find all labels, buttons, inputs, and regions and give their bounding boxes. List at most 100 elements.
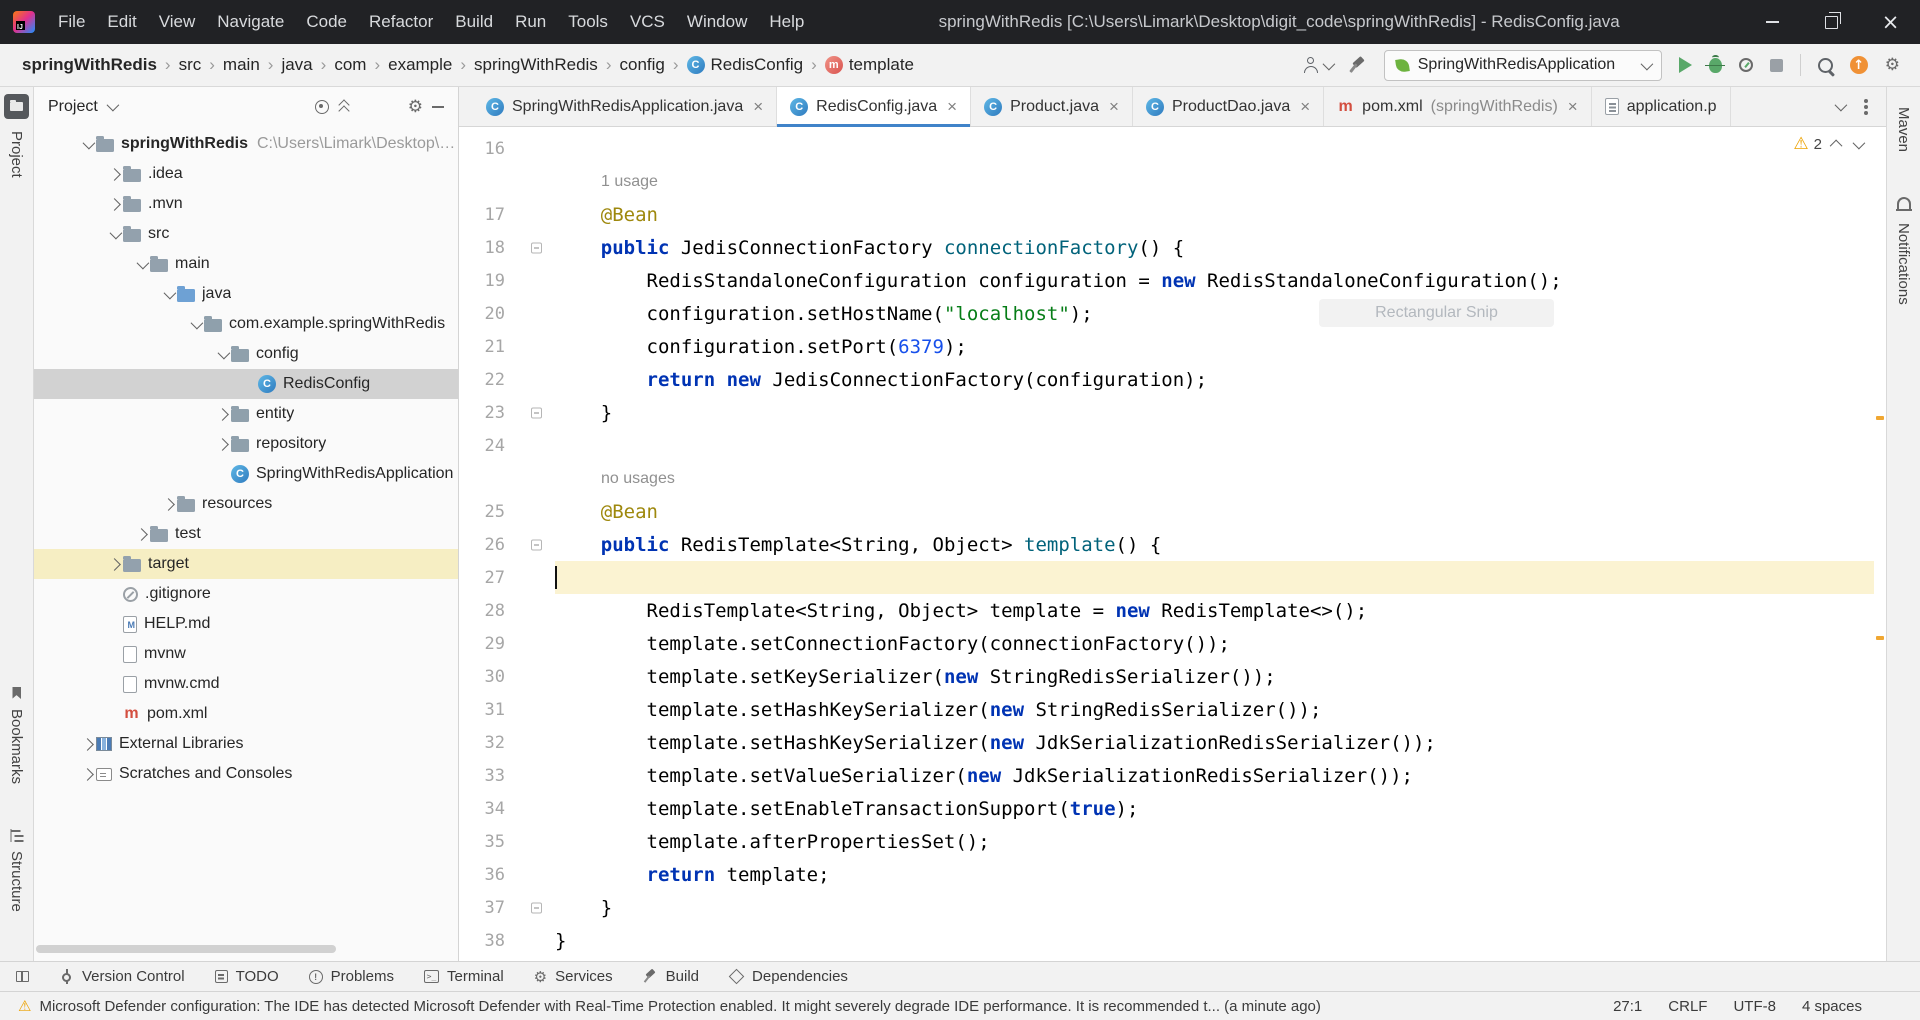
close-tab-icon[interactable]: × <box>1109 98 1119 115</box>
code-line-34[interactable]: 34 template.setEnableTransactionSupport(… <box>459 792 1886 825</box>
code-line-18[interactable]: 18 public JedisConnectionFactory connect… <box>459 231 1886 264</box>
code-line-33[interactable]: 33 template.setValueSerializer(new JdkSe… <box>459 759 1886 792</box>
toolwindow-button-dependencies[interactable]: Dependencies <box>729 968 848 986</box>
fold-marker-icon[interactable] <box>531 407 542 418</box>
toolwindow-button-problems[interactable]: !Problems <box>309 968 394 986</box>
code-line-38[interactable]: 38} <box>459 924 1886 957</box>
chevron-down-icon[interactable] <box>132 260 150 269</box>
chevron-right-icon[interactable] <box>213 410 231 419</box>
chevron-down-icon[interactable] <box>186 320 204 329</box>
menu-run[interactable]: Run <box>504 0 557 44</box>
tree-item-external-libraries[interactable]: External Libraries <box>34 729 458 759</box>
toolwindow-switcher-icon[interactable] <box>16 971 29 982</box>
breadcrumb-item-example[interactable]: example <box>388 55 452 75</box>
tab-springwithredisapplication-java[interactable]: CSpringWithRedisApplication.java× <box>473 87 777 126</box>
minimize-button[interactable] <box>1743 0 1802 44</box>
breadcrumb-item-java[interactable]: java <box>281 55 312 75</box>
tree-item-target[interactable]: target <box>34 549 458 579</box>
code-line-32[interactable]: 32 template.setHashKeySerializer(new Jdk… <box>459 726 1886 759</box>
tool-strip-notifications[interactable]: Notifications <box>1895 223 1912 305</box>
close-tab-icon[interactable]: × <box>947 98 957 115</box>
search-button[interactable] <box>1818 58 1833 73</box>
code-line-30[interactable]: 30 template.setKeySerializer(new StringR… <box>459 660 1886 693</box>
chevron-right-icon[interactable] <box>105 200 123 209</box>
fold-marker-icon[interactable] <box>531 539 542 550</box>
breadcrumb-item-com[interactable]: com <box>334 55 366 75</box>
chevron-down-icon[interactable] <box>213 350 231 359</box>
status-indicator-utf-8[interactable]: UTF-8 <box>1733 998 1776 1015</box>
toolwindow-button-build[interactable]: Build <box>643 968 699 986</box>
tree-item-springwithredis[interactable]: springWithRedisC:\Users\Limark\Desktop\d… <box>34 129 458 159</box>
breadcrumb-item-src[interactable]: src <box>179 55 202 75</box>
tree-item-mvnw[interactable]: mvnw <box>34 639 458 669</box>
breadcrumb-item-main[interactable]: main <box>223 55 260 75</box>
code-line-27[interactable]: 27 <box>459 561 1886 594</box>
tab-pom-xml[interactable]: mpom.xml (springWithRedis)× <box>1324 87 1592 126</box>
tree-item--idea[interactable]: .idea <box>34 159 458 189</box>
usage-hint[interactable]: 1 usage <box>555 165 1886 198</box>
chevron-right-icon[interactable] <box>132 530 150 539</box>
code-line-25[interactable]: 25 @Bean <box>459 495 1886 528</box>
code-line-26[interactable]: 26 public RedisTemplate<String, Object> … <box>459 528 1886 561</box>
tool-strip-bookmarks[interactable]: Bookmarks <box>8 709 25 784</box>
tree-item--mvn[interactable]: .mvn <box>34 189 458 219</box>
tree-item-repository[interactable]: repository <box>34 429 458 459</box>
code-line-20[interactable]: 20 configuration.setHostName("localhost"… <box>459 297 1886 330</box>
project-toolwindow-button[interactable] <box>4 94 29 119</box>
menu-code[interactable]: Code <box>295 0 358 44</box>
tree-item-config[interactable]: config <box>34 339 458 369</box>
code-line-37[interactable]: 37 } <box>459 891 1886 924</box>
fold-marker-icon[interactable] <box>531 902 542 913</box>
more-options-icon[interactable] <box>1864 105 1868 109</box>
tree-item-test[interactable]: test <box>34 519 458 549</box>
breadcrumb-item-config[interactable]: config <box>619 55 664 75</box>
code-line-19[interactable]: 19 RedisStandaloneConfiguration configur… <box>459 264 1886 297</box>
tree-item-src[interactable]: src <box>34 219 458 249</box>
chevron-right-icon[interactable] <box>213 440 231 449</box>
close-tab-icon[interactable]: × <box>753 98 763 115</box>
select-opened-file-icon[interactable] <box>315 100 329 114</box>
status-message[interactable]: Microsoft Defender configuration: The ID… <box>39 998 1589 1015</box>
restore-button[interactable] <box>1802 0 1861 44</box>
user-button[interactable] <box>1303 57 1332 73</box>
chevron-down-icon[interactable] <box>78 140 96 149</box>
menu-help[interactable]: Help <box>758 0 815 44</box>
menu-navigate[interactable]: Navigate <box>206 0 295 44</box>
close-tab-icon[interactable]: × <box>1568 98 1578 115</box>
menu-tools[interactable]: Tools <box>557 0 619 44</box>
menu-window[interactable]: Window <box>676 0 758 44</box>
run-configuration-combo[interactable]: SpringWithRedisApplication <box>1384 50 1662 81</box>
tab-productdao-java[interactable]: CProductDao.java× <box>1133 87 1324 126</box>
code-line-16[interactable]: 16 <box>459 132 1886 165</box>
chevron-down-icon[interactable] <box>106 99 119 112</box>
tree-item-help-md[interactable]: HELP.md <box>34 609 458 639</box>
code-line-31[interactable]: 31 template.setHashKeySerializer(new Str… <box>459 693 1886 726</box>
gear-icon[interactable]: ⚙ <box>408 97 423 117</box>
tree-item-entity[interactable]: entity <box>34 399 458 429</box>
code-editor[interactable]: ⚠2 161 usage17 @Bean18 public JedisConne… <box>459 127 1886 961</box>
code-line-22[interactable]: 22 return new JedisConnectionFactory(con… <box>459 363 1886 396</box>
menu-file[interactable]: File <box>47 0 96 44</box>
code-line-36[interactable]: 36 return template; <box>459 858 1886 891</box>
toolwindow-button-version-control[interactable]: Version Control <box>59 968 185 986</box>
chevron-right-icon[interactable] <box>105 560 123 569</box>
hide-panel-icon[interactable] <box>432 106 444 108</box>
debug-button[interactable] <box>1709 58 1722 73</box>
chevron-right-icon[interactable] <box>105 170 123 179</box>
close-button[interactable]: × <box>1861 0 1920 44</box>
toolwindow-button-terminal[interactable]: >_Terminal <box>424 968 504 986</box>
code-line-23[interactable]: 23 } <box>459 396 1886 429</box>
code-line-24[interactable]: 24 <box>459 429 1886 462</box>
tree-item-resources[interactable]: resources <box>34 489 458 519</box>
run-button[interactable] <box>1679 57 1692 73</box>
code-line-29[interactable]: 29 template.setConnectionFactory(connect… <box>459 627 1886 660</box>
previous-problem-icon[interactable] <box>1830 140 1843 153</box>
tree-item-springwithredisapplication[interactable]: CSpringWithRedisApplication <box>34 459 458 489</box>
code-line-35[interactable]: 35 template.afterPropertiesSet(); <box>459 825 1886 858</box>
breadcrumb-item-springwithredis[interactable]: springWithRedis <box>22 55 157 75</box>
hammer-button[interactable] <box>1349 56 1367 74</box>
fold-marker-icon[interactable] <box>531 242 542 253</box>
chevron-right-icon[interactable] <box>78 770 96 779</box>
toolwindow-button-todo[interactable]: TODO <box>215 968 279 986</box>
tree-item-scratches-and-consoles[interactable]: Scratches and Consoles <box>34 759 458 789</box>
